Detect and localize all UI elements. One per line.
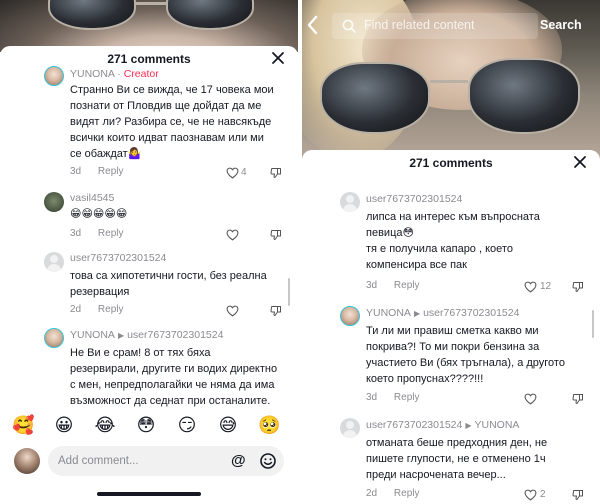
comments-sheet: 271 comments user7673702301524 липса на …	[302, 150, 600, 504]
comment-age: 2d	[366, 488, 378, 499]
comment-username[interactable]: user7673702301524	[70, 252, 166, 264]
reply-arrow-icon: ▶	[413, 309, 421, 318]
reply-arrow-icon: ▶	[465, 421, 472, 430]
comment-text: Не Ви е срам! 8 от тях бяха резервирали,…	[70, 347, 278, 407]
heart-icon[interactable]	[524, 489, 537, 501]
reply-button[interactable]: Reply	[98, 304, 124, 315]
comment-age: 3d	[366, 392, 378, 403]
comment-meta: 3d Reply	[366, 280, 419, 291]
emoji-button[interactable]: 🥺	[258, 414, 280, 436]
close-icon[interactable]	[572, 154, 588, 170]
comment-item: user7673702301524 това са хипотетични го…	[0, 252, 298, 322]
comment-item: YUNONA ▶ user7673702301524 Не Ви е срам! 8…	[0, 328, 298, 412]
reply-button[interactable]: Reply	[394, 488, 420, 499]
creator-badge: Creator	[123, 68, 159, 80]
comment-item: vasil4545 😁😁😁😁😁 3d Reply	[0, 190, 298, 241]
avatar[interactable]	[44, 192, 64, 212]
emoji-button[interactable]: 😂	[94, 414, 116, 436]
comment-input[interactable]: Add comment...	[48, 446, 284, 476]
dislike-icon[interactable]	[572, 281, 584, 293]
comment-item: user7673702301524 липса на интерес към в…	[302, 192, 600, 296]
comment-age: 2d	[70, 304, 82, 315]
comment-text: Странно Ви се вижда, че 17 човека мои по…	[70, 84, 274, 160]
like-count: 2	[540, 489, 546, 500]
sunglasses-image	[40, 0, 260, 40]
dislike-icon[interactable]	[270, 229, 282, 241]
comment-text: 😁😁😁😁😁	[70, 208, 128, 220]
heart-icon[interactable]	[226, 305, 239, 317]
heart-icon[interactable]	[226, 229, 239, 241]
my-avatar	[14, 448, 40, 474]
emoji-picker-icon[interactable]	[260, 453, 276, 469]
search-bar: Find related content Search	[332, 13, 596, 39]
avatar[interactable]	[340, 192, 360, 212]
comments-header: 271 comments	[302, 150, 600, 176]
comment-username[interactable]: YUNONA · Creator	[70, 68, 159, 80]
like-count: 4	[241, 167, 247, 178]
scrollbar[interactable]	[288, 278, 290, 306]
reply-button[interactable]: Reply	[394, 392, 420, 403]
back-arrow-icon[interactable]	[306, 15, 320, 35]
comment-username[interactable]: user7673702301524	[366, 193, 462, 205]
avatar[interactable]	[340, 306, 360, 326]
reply-arrow-icon: ▶	[117, 331, 125, 340]
like-count: 12	[540, 281, 552, 292]
avatar[interactable]	[44, 66, 64, 86]
emoji-button[interactable]: 🥰	[12, 414, 34, 436]
scrollbar[interactable]	[592, 310, 594, 338]
search-button[interactable]: Search	[540, 18, 582, 32]
dislike-icon[interactable]	[572, 489, 584, 501]
comment-username[interactable]: user7673702301524 ▶ YUNONA	[366, 419, 519, 431]
close-icon[interactable]	[270, 50, 286, 66]
comment-item: YUNONA · Creator Странно Ви се вижда, че…	[0, 66, 298, 184]
comment-meta: 3d Reply	[70, 166, 123, 177]
comment-text: Ти ли ми правиш сметка какво ми покрива?…	[366, 325, 565, 385]
search-input[interactable]: Find related content	[332, 13, 538, 39]
sunglasses-image	[320, 58, 580, 142]
video-background	[0, 0, 298, 52]
comment-username[interactable]: vasil4545	[70, 192, 114, 204]
comment-age: 3d	[70, 166, 82, 177]
dislike-icon[interactable]	[270, 305, 282, 317]
comment-meta: 3d Reply	[70, 228, 123, 239]
reply-button[interactable]: Reply	[98, 228, 124, 239]
comments-count-title: 271 comments	[107, 52, 191, 66]
comment-username[interactable]: YUNONA ▶ user7673702301524	[366, 307, 519, 319]
comment-item: user7673702301524 ▶ YUNONA отманата беше п…	[302, 418, 600, 504]
mention-icon[interactable]: @	[231, 452, 246, 469]
dislike-icon[interactable]	[270, 167, 282, 179]
comment-text: липса на интерес към въпросната певица😳 …	[366, 211, 540, 271]
comment-item: YUNONA ▶ user7673702301524 Ти ли ми правиш…	[302, 306, 600, 410]
comment-meta: 3d Reply	[366, 392, 419, 403]
comment-username[interactable]: YUNONA ▶ user7673702301524	[70, 329, 223, 341]
comment-meta: 2d Reply	[70, 304, 123, 315]
left-screenshot: 271 comments YUNONA · Creator Странно Ви…	[0, 0, 298, 504]
comment-text: това са хипотетични гости, без реална ре…	[70, 270, 267, 298]
emoji-button[interactable]: 😅	[217, 414, 239, 436]
reply-button[interactable]: Reply	[394, 280, 420, 291]
search-placeholder: Find related content	[364, 18, 475, 32]
emoji-button[interactable]: 😏	[176, 414, 198, 436]
comment-age: 3d	[366, 280, 378, 291]
reply-button[interactable]: Reply	[98, 166, 124, 177]
avatar[interactable]	[44, 252, 64, 272]
search-icon	[342, 19, 356, 33]
comment-input-bar: Add comment... @	[0, 444, 298, 482]
emoji-button[interactable]: 😳	[135, 414, 157, 436]
emoji-button[interactable]: 😀	[53, 414, 75, 436]
heart-icon[interactable]	[524, 393, 537, 405]
avatar[interactable]	[44, 328, 64, 348]
dislike-icon[interactable]	[572, 393, 584, 405]
right-screenshot: Find related content Search 271 comments…	[302, 0, 600, 504]
comment-meta: 2d Reply	[366, 488, 419, 499]
heart-icon[interactable]	[226, 167, 239, 179]
heart-icon[interactable]	[524, 281, 537, 293]
comment-age: 3d	[70, 228, 82, 239]
comment-text: отманата беше предходния ден, не пишете …	[366, 437, 548, 481]
comments-count-title: 271 comments	[409, 156, 493, 170]
emoji-quick-bar: 🥰 😀 😂 😳 😏 😅 🥺	[0, 410, 298, 442]
avatar[interactable]	[340, 418, 360, 438]
home-indicator	[97, 492, 201, 496]
